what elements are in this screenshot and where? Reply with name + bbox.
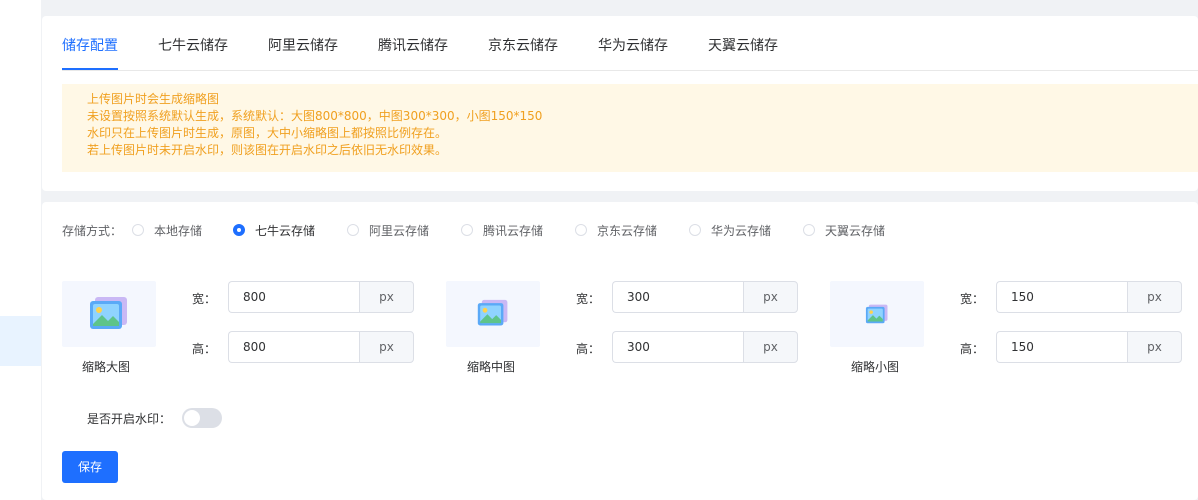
tab-jdcloud[interactable]: 京东云储存: [488, 35, 558, 55]
unit-suffix: px: [359, 331, 414, 363]
thumb-small-label: 缩略小图: [851, 360, 900, 374]
config-tabs-card: 储存配置 七牛云储存 阿里云储存 腾讯云储存 京东云储存 华为云储存 天翼云储存…: [42, 16, 1198, 191]
notice-line: 未设置按照系统默认生成，系统默认：大图800*800，中图300*300，小图1…: [87, 109, 543, 123]
radio-label: 阿里云存储: [369, 224, 430, 238]
tab-storage-config[interactable]: 储存配置: [62, 35, 118, 55]
image-icon: [865, 304, 888, 324]
save-button[interactable]: 保存: [62, 451, 118, 483]
unit-suffix: px: [743, 281, 798, 313]
thumb-small-preview: [830, 281, 924, 347]
radio-label: 本地存储: [154, 224, 203, 238]
notice-alert: 上传图片时会生成缩略图 未设置按照系统默认生成，系统默认：大图800*800，中…: [62, 84, 1198, 172]
tab-qiniu[interactable]: 七牛云储存: [158, 35, 228, 55]
tab-bar: 储存配置 七牛云储存 阿里云储存 腾讯云储存 京东云储存 华为云储存 天翼云储存: [62, 16, 1198, 71]
small-height-field[interactable]: 150: [996, 331, 1127, 363]
radio-dot: [575, 224, 587, 236]
notice-line: 水印只在上传图片时生成，原图，大中小缩略图上都按照比例存在。: [87, 126, 448, 140]
width-label: 宽：: [576, 292, 601, 306]
notice-line: 上传图片时会生成缩略图: [87, 92, 220, 106]
medium-width-field[interactable]: 300: [612, 281, 743, 313]
radio-label: 华为云存储: [711, 224, 772, 238]
radio-dot: [132, 224, 144, 236]
sidebar-selected-item[interactable]: [0, 316, 41, 366]
small-height-input-group: 150 px: [996, 331, 1182, 363]
small-width-field[interactable]: 150: [996, 281, 1127, 313]
unit-suffix: px: [1127, 281, 1182, 313]
radio-dot: [461, 224, 473, 236]
image-icon: [477, 299, 508, 326]
width-label: 宽：: [192, 292, 217, 306]
height-label: 高：: [960, 342, 985, 356]
medium-height-input-group: 300 px: [612, 331, 798, 363]
thumb-large-preview: [62, 281, 156, 347]
storage-settings-card: 存储方式： 本地存储 七牛云存储 阿里云存储 腾讯云存储 京东云存储 华为云存储…: [42, 202, 1198, 500]
large-height-field[interactable]: 800: [228, 331, 359, 363]
unit-suffix: px: [359, 281, 414, 313]
tab-aliyun[interactable]: 阿里云储存: [268, 35, 338, 55]
radio-label: 七牛云存储: [255, 224, 316, 238]
large-height-input-group: 800 px: [228, 331, 414, 363]
watermark-label: 是否开启水印：: [87, 412, 172, 426]
watermark-switch[interactable]: [182, 408, 222, 428]
unit-suffix: px: [1127, 331, 1182, 363]
unit-suffix: px: [743, 331, 798, 363]
large-width-field[interactable]: 800: [228, 281, 359, 313]
width-label: 宽：: [960, 292, 985, 306]
storage-method-label: 存储方式：: [62, 224, 123, 238]
switch-knob: [184, 410, 200, 426]
thumb-medium-label: 缩略中图: [467, 360, 516, 374]
notice-line: 若上传图片时未开启水印，则该图在开启水印之后依旧无水印效果。: [87, 143, 448, 157]
sidebar-strip: [0, 0, 41, 500]
large-width-input-group: 800 px: [228, 281, 414, 313]
thumb-large-label: 缩略大图: [82, 360, 131, 374]
radio-label: 京东云存储: [597, 224, 658, 238]
thumb-medium-preview: [446, 281, 540, 347]
radio-label: 腾讯云存储: [483, 224, 544, 238]
medium-width-input-group: 300 px: [612, 281, 798, 313]
medium-height-field[interactable]: 300: [612, 331, 743, 363]
radio-dot: [233, 224, 245, 236]
image-icon: [90, 297, 127, 329]
active-tab-indicator: [62, 68, 118, 70]
radio-dot: [347, 224, 359, 236]
radio-label: 天翼云存储: [825, 224, 886, 238]
tab-huawei[interactable]: 华为云储存: [598, 35, 668, 55]
small-width-input-group: 150 px: [996, 281, 1182, 313]
radio-dot: [803, 224, 815, 236]
height-label: 高：: [192, 342, 217, 356]
radio-dot: [689, 224, 701, 236]
tab-tencent[interactable]: 腾讯云储存: [378, 35, 448, 55]
height-label: 高：: [576, 342, 601, 356]
tab-tianyi[interactable]: 天翼云储存: [708, 35, 778, 55]
